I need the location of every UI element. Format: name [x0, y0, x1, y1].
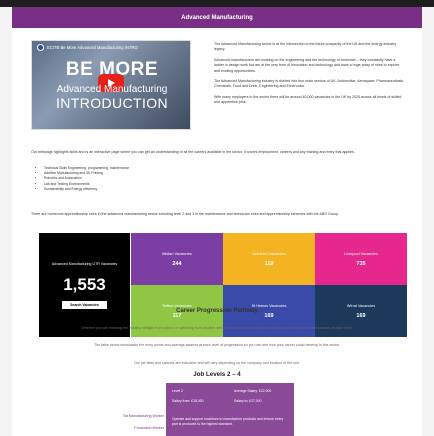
intro-paragraph-1: The Advanced Manufacturing sector is at … [214, 42, 397, 52]
job-level: Level 2 [172, 389, 183, 393]
intro-video[interactable]: ECITB Be More Advanced Manufacturing INT… [31, 40, 191, 130]
vacancy-tiles: Advanced Manufacturing UTR Vacancies 1,5… [39, 233, 407, 337]
skills-intro: Our webpage highlights skills and is an … [31, 150, 355, 154]
job-link-production-worker[interactable]: Production Worker [84, 426, 164, 430]
tile-value: 244 [172, 260, 182, 267]
tile-total-vacancies: Advanced Manufacturing UTR Vacancies 1,5… [39, 233, 130, 337]
job-level-card: Level 2 Average Salary: £22,000 Salary f… [166, 383, 294, 436]
tile-liverpool[interactable]: Liverpool Vacancies 735 [315, 233, 407, 285]
tile-value: 735 [356, 260, 366, 267]
apprenticeship-text: There are numerous apprenticeship roles … [31, 212, 340, 216]
tile-label: Yorkshire Vacancies [252, 251, 286, 256]
career-paragraph-3: Our job titles and salaries are indicati… [133, 361, 301, 365]
ecitb-logo-icon [37, 44, 44, 51]
page-title-banner: Advanced Manufacturing [12, 7, 422, 28]
video-subtitle-2: INTRODUCTION [55, 95, 169, 111]
tile-label: Liverpool Vacancies [344, 251, 378, 256]
tile-value: 119 [264, 260, 274, 267]
list-item: Sustainability and Energy efficiency [44, 187, 398, 192]
average-salary: Average Salary: £22,000 [234, 389, 272, 393]
job-link-manufacturing-worker[interactable]: Tat Manufacturing Worker [84, 414, 164, 418]
tile-label: Sefton Vacancies [162, 303, 192, 308]
intro-text-column: The Advanced Manufacturing sector is at … [214, 42, 404, 111]
page: Advanced Manufacturing ECITB Be More Adv… [0, 0, 434, 436]
tile-label: Advanced Manufacturing UTR Vacancies [51, 261, 118, 266]
intro-paragraph-2: Advanced manufacturers are working on th… [214, 57, 400, 73]
career-pathway-title: Career Progression Pathway [176, 308, 258, 314]
tile-value: 1,553 [63, 274, 106, 294]
tile-yorkshire[interactable]: Yorkshire Vacancies 119 [223, 233, 315, 285]
top-bar [0, 0, 434, 7]
salary-from: Salary from: £18,000 [172, 399, 204, 403]
page-title: Advanced Manufacturing [181, 14, 253, 21]
salary-to: Salary to: £27,000 [234, 399, 262, 403]
tile-label: St Helens Vacancies [251, 303, 287, 308]
intro-paragraph-3: The Advanced Manufacturing industry is d… [214, 79, 404, 89]
career-paragraph-2: The table below showcases the entry poin… [93, 343, 341, 347]
skills-list: Technical Skills Engineering, programmin… [38, 166, 398, 192]
video-subtitle: Advanced Manufacturing [56, 84, 168, 95]
job-description: Operate and support machines to manufact… [172, 417, 284, 426]
job-levels-title: Job Levels 2 – 4 [193, 371, 241, 378]
video-title: ECITB Be More Advanced Manufacturing INT… [37, 44, 138, 51]
tile-label: Wirral Vacancies [346, 303, 376, 308]
tile-midlan[interactable]: Midlan Vacancies 244 [131, 233, 223, 285]
tile-label: Midlan Vacancies [162, 251, 192, 256]
intro-paragraph-4: With many employers in the sector there … [214, 94, 402, 105]
career-paragraph-1: Whether you are entering the industry st… [81, 326, 353, 330]
